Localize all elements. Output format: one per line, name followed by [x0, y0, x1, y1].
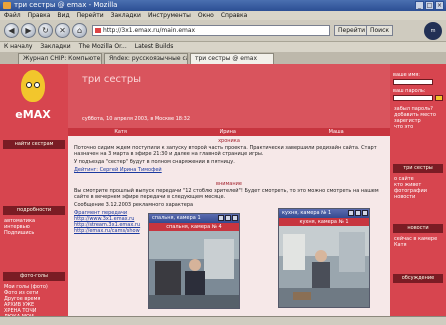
bookmark-mozilla-org[interactable]: The Mozilla Or...: [79, 42, 127, 52]
site-title: три сестры: [82, 74, 142, 85]
right-section-title: новости: [393, 224, 443, 233]
left-link[interactable]: Подпишись: [4, 230, 64, 236]
password-input[interactable]: [393, 95, 433, 101]
camera-window-controls: [348, 210, 368, 216]
maximize-icon[interactable]: [225, 215, 231, 221]
menu-go[interactable]: Перейти: [77, 11, 104, 20]
mascot-eye-icon: [26, 82, 32, 88]
login-input[interactable]: [393, 79, 433, 85]
site-nav: Катя Ирина Маша: [68, 128, 390, 136]
camera-feed-bedroom: [149, 231, 239, 308]
tab-yandex[interactable]: Яndex: русскоязычные сайты небольш...: [104, 53, 188, 64]
close-icon[interactable]: [362, 210, 368, 216]
camera-title-text: кухня, камера № 1: [282, 210, 332, 216]
login-label: ваше имя:: [393, 72, 420, 78]
maximize-icon[interactable]: [355, 210, 361, 216]
go-button[interactable]: Перейти: [334, 25, 369, 36]
bookmark-latest-builds[interactable]: Latest Builds: [135, 42, 174, 52]
egg-mascot-icon: [21, 70, 45, 102]
menu-bar: Файл Правка Вид Перейти Закладки Инструм…: [0, 11, 446, 20]
date-line: суббота, 10 апреля 2003, в Москве 18:32: [82, 116, 191, 122]
password-label: ваш пароль:: [393, 88, 426, 94]
left-section-title: подробности: [3, 206, 65, 215]
site-header: три сестры суббота, 10 апреля 2003, в Мо…: [68, 64, 390, 128]
left-section-title: фото-голы: [3, 272, 65, 281]
maximize-button[interactable]: □: [425, 1, 434, 10]
left-links: Мои голы (фото) Фото из сети Другое врем…: [4, 284, 64, 320]
paragraph: У подъезда "сестер" будут в полном снаря…: [74, 159, 235, 165]
camera-window-bedroom[interactable]: спальня, камера 1 спальня, камера № 4: [148, 213, 240, 309]
account-links: забыл пароль? добавить место зарегистр ч…: [394, 106, 444, 130]
url-text: http://3x1.emax.ru/main.emax: [103, 27, 196, 34]
tab-three-sisters[interactable]: три сестры @ emax: [190, 53, 274, 64]
menu-view[interactable]: Вид: [57, 11, 69, 20]
window-controls: _ □ ×: [415, 1, 444, 10]
camera-window-kitchen[interactable]: кухня, камера № 1 кухня, камера № 1: [278, 208, 370, 308]
camera-window-title[interactable]: кухня, камера № 1: [279, 209, 369, 218]
minimize-button[interactable]: _: [415, 1, 424, 10]
section-title: внимание: [216, 181, 242, 187]
left-links: автоматика интервью Подпишись: [4, 218, 64, 236]
menu-tools[interactable]: Инструменты: [148, 11, 191, 20]
camera-title-text: спальня, камера 1: [152, 215, 201, 221]
menu-window[interactable]: Окно: [198, 11, 214, 20]
left-sidebar: eMAX найти сестрам подробности автоматик…: [0, 64, 68, 325]
kitchen-feed-image: [279, 226, 369, 307]
menu-file[interactable]: Файл: [4, 11, 21, 20]
right-sidebar: ваше имя: ваш пароль: забыл пароль? доба…: [390, 64, 446, 325]
right-links: о сайте кто живет фотографии новости: [394, 176, 444, 200]
menu-help[interactable]: Справка: [221, 11, 247, 20]
close-button[interactable]: ×: [435, 1, 444, 10]
search-button[interactable]: Поиск: [366, 25, 394, 36]
right-section-title: обсуждение: [393, 274, 443, 283]
bookmarks-toolbar: К началу Закладки The Mozilla Or... Late…: [0, 42, 446, 52]
window-title: три сестры @ emax - Mozilla: [14, 1, 118, 9]
stop-button[interactable]: ✕: [55, 23, 70, 38]
nav-irina[interactable]: Ирина: [220, 128, 237, 136]
home-button[interactable]: ⌂: [72, 23, 87, 38]
right-links: сейчас в камере Катя: [394, 236, 444, 248]
bedroom-feed-image: [149, 231, 239, 308]
window-titlebar: три сестры @ emax - Mozilla _ □ ×: [0, 0, 446, 11]
back-button[interactable]: ◀: [4, 23, 19, 38]
reload-button[interactable]: ↻: [38, 23, 53, 38]
mozilla-icon: [3, 2, 11, 9]
paragraph: Поточно сидим ждем поступили к запуску в…: [74, 145, 377, 157]
logo-text: eMAX: [15, 108, 51, 121]
camera-feed-kitchen: [279, 226, 369, 307]
login-button[interactable]: [435, 95, 443, 101]
camera-window-title[interactable]: спальня, камера 1: [149, 214, 239, 223]
section-title: хроника: [218, 138, 240, 144]
camera-window-controls: [218, 215, 238, 221]
url-field[interactable]: http://3x1.emax.ru/main.emax: [92, 25, 330, 36]
left-section-title: найти сестрам: [3, 140, 65, 149]
camera-label: спальня, камера № 4: [149, 223, 239, 231]
emax-logo[interactable]: eMAX: [8, 70, 58, 132]
site-favicon-icon: [95, 28, 101, 33]
bookmark-bookmarks[interactable]: Закладки: [40, 42, 70, 52]
close-icon[interactable]: [232, 215, 238, 221]
minimize-icon[interactable]: [218, 215, 224, 221]
mascot-eye-icon: [34, 82, 40, 88]
nav-masha[interactable]: Маша: [329, 128, 344, 136]
nav-katya[interactable]: Катя: [114, 128, 127, 136]
account-link[interactable]: что это: [394, 124, 444, 130]
forward-button[interactable]: ▶: [21, 23, 36, 38]
right-link[interactable]: Катя: [394, 242, 444, 248]
menu-edit[interactable]: Правка: [28, 11, 51, 20]
page-viewport: eMAX найти сестрам подробности автоматик…: [0, 64, 446, 325]
right-section-title: три сестры: [393, 164, 443, 173]
minimize-icon[interactable]: [348, 210, 354, 216]
paragraph: Вы смотрите прошлый выпуск передачи "12 …: [74, 188, 379, 200]
menu-bookmarks[interactable]: Закладки: [111, 11, 141, 20]
tab-chip[interactable]: Журнал CHIP: Компьютеры и комм...: [18, 53, 102, 64]
bookmark-home[interactable]: К началу: [4, 42, 32, 52]
throbber-icon: m: [424, 22, 442, 40]
camera-label: кухня, камера № 1: [279, 218, 369, 226]
right-link[interactable]: новости: [394, 194, 444, 200]
tab-bar: Журнал CHIP: Компьютеры и комм... Яndex:…: [0, 52, 446, 64]
status-bar: [0, 316, 446, 325]
navigation-toolbar: ◀ ▶ ↻ ✕ ⌂ http://3x1.emax.ru/main.emax П…: [0, 20, 446, 42]
